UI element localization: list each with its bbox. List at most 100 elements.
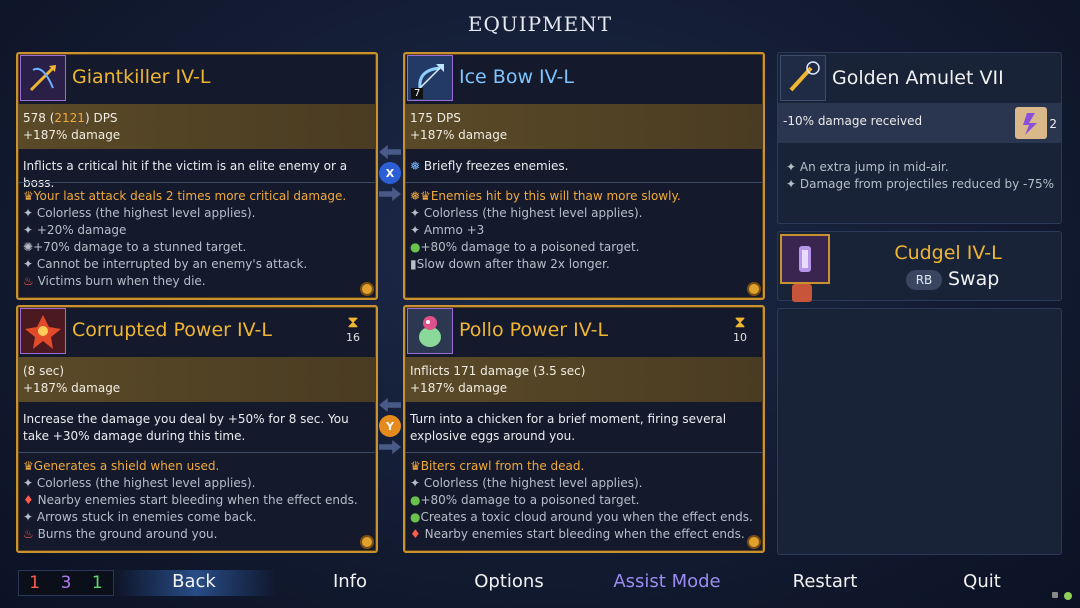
mod-item: ♨ Burns the ground around you. [23, 527, 218, 541]
divider [18, 452, 376, 453]
arrow-left-icon [379, 398, 401, 412]
status-dot-icon [1064, 592, 1072, 600]
corner-gem-icon [360, 282, 374, 296]
cooldown-value: 16 [346, 331, 360, 344]
giantkiller-dps-unit: DPS [93, 111, 118, 125]
mod-item: ✦ Cannot be interrupted by an enemy's at… [23, 257, 308, 271]
corrupted-duration: (8 sec) [23, 364, 65, 378]
giantkiller-dps: 578 [23, 111, 46, 125]
mod-item: ✦ Colorless (the highest level applies). [23, 206, 256, 220]
giantkiller-bow-icon [20, 55, 66, 101]
amulet-icon [780, 55, 826, 101]
rb-button[interactable]: RB [906, 270, 942, 290]
page-title: EQUIPMENT [467, 12, 613, 36]
ammo-badge: 7 [411, 88, 424, 99]
mod-item: ●Creates a toxic cloud around you when t… [410, 510, 753, 524]
empty-slot-panel [777, 308, 1062, 555]
mod-item: ✺+70% damage to a stunned target. [23, 240, 247, 254]
purple-counter: 3 [60, 573, 72, 593]
divider [405, 452, 763, 453]
amulet-stats: -10% damage received 2 [778, 103, 1061, 143]
mod-item: ♛Your last attack deals 2 times more cri… [23, 189, 347, 203]
pollo-damage: +187% damage [410, 381, 508, 395]
amulet-panel[interactable]: Golden Amulet VII -10% damage received 2… [777, 52, 1062, 224]
back-button[interactable]: Back [136, 571, 252, 592]
amulet-stat: -10% damage received [783, 114, 923, 128]
mod-item: ♦ Nearby enemies start bleeding when the… [410, 527, 745, 541]
green-counter: 1 [91, 573, 103, 593]
giantkiller-damage: +187% damage [23, 128, 121, 142]
mod-item: ✦ Ammo +3 [410, 223, 485, 237]
hourglass-icon: ⧗ [347, 312, 359, 331]
mod-item: ✦ Arrows stuck in enemies come back. [23, 510, 257, 524]
corner-gem-icon [360, 535, 374, 549]
mod-item: ✦ Colorless (the highest level applies). [410, 476, 643, 490]
giantkiller-mods: ♛Your last attack deals 2 times more cri… [23, 188, 346, 290]
info-button[interactable]: Info [300, 571, 400, 592]
icebow-mods: ❅♛Enemies hit by this will thaw more slo… [410, 188, 681, 273]
mod-item: ●+80% damage to a poisoned target. [410, 493, 640, 507]
icebow-stats: 175 DPS +187% damage [405, 104, 763, 149]
restart-button[interactable]: Restart [770, 571, 880, 592]
mod-item: ♛Biters crawl from the dead. [410, 459, 585, 473]
backpack-item-name: Cudgel IV-L [894, 242, 1002, 264]
pollo-power-name: Pollo Power IV-L [459, 319, 609, 341]
mod-item: ✦ Damage from projectiles reduced by -75… [786, 177, 1055, 191]
scroll-count: 2 [1049, 117, 1057, 131]
x-button[interactable]: X [379, 162, 401, 184]
pollo-mods: ♛Biters crawl from the dead. ✦ Colorless… [410, 458, 753, 543]
quit-button[interactable]: Quit [940, 571, 1024, 592]
corrupted-damage: +187% damage [23, 381, 121, 395]
corner-gem-icon [747, 535, 761, 549]
y-button[interactable]: Y [379, 415, 401, 437]
skill-card-corrupted-power[interactable]: Corrupted Power IV-L ⧗ 16 (8 sec) +187% … [16, 305, 378, 553]
red-counter: 1 [29, 573, 41, 593]
icebow-name: Ice Bow IV-L [459, 66, 574, 88]
giantkiller-description: Inflicts a critical hit if the victim is… [23, 159, 348, 190]
mod-item: ✦ +20% damage [23, 223, 127, 237]
cooldown: ⧗ 10 [727, 312, 753, 345]
skill-card-pollo-power[interactable]: Pollo Power IV-L ⧗ 10 Inflicts 171 damag… [403, 305, 765, 553]
icebow-dps: 175 DPS [410, 111, 461, 125]
corner-gem-icon [747, 282, 761, 296]
mic-icon [1052, 592, 1058, 598]
mod-item: ✦ Colorless (the highest level applies). [23, 476, 256, 490]
icebow-damage: +187% damage [410, 128, 508, 142]
assist-mode-button[interactable]: Assist Mode [600, 571, 734, 592]
pollo-stats: Inflicts 171 damage (3.5 sec) +187% dama… [405, 357, 763, 402]
backpack-panel[interactable]: Cudgel IV-L RB Swap [777, 231, 1062, 302]
pollo-power-icon [407, 308, 453, 354]
mod-item: ✦ An extra jump in mid-air. [786, 160, 949, 174]
amulet-mods: ✦ An extra jump in mid-air. ✦ Damage fro… [786, 159, 1054, 193]
mod-item: ♦ Nearby enemies start bleeding when the… [23, 493, 358, 507]
corrupted-description: Increase the damage you deal by +50% for… [23, 412, 349, 443]
mod-item: ▮Slow down after thaw 2x longer. [410, 257, 610, 271]
mod-item: ●+80% damage to a poisoned target. [410, 240, 640, 254]
corrupted-stats: (8 sec) +187% damage [18, 357, 376, 402]
amulet-name: Golden Amulet VII [832, 67, 1004, 89]
weapon-card-giantkiller[interactable]: Giantkiller IV-L 578 (2121) DPS +187% da… [16, 52, 378, 300]
bottom-menu: 1 3 1 Back Info Options Assist Mode Rest… [0, 566, 1080, 600]
mod-item: ❅♛Enemies hit by this will thaw more slo… [410, 189, 681, 203]
options-button[interactable]: Options [450, 571, 568, 592]
pollo-description: Turn into a chicken for a brief moment, … [410, 412, 727, 443]
corrupted-power-icon [20, 308, 66, 354]
swap-skills-control[interactable]: Y [377, 398, 405, 454]
mod-item: ♛Generates a shield when used. [23, 459, 220, 473]
arrow-left-icon [379, 145, 401, 159]
weapon-card-icebow[interactable]: 7 Ice Bow IV-L 175 DPS +187% damage ❅ Br… [403, 52, 765, 300]
cudgel-icon [780, 234, 830, 284]
giantkiller-stats: 578 (2121) DPS +187% damage [18, 104, 376, 149]
pollo-duration: Inflicts 171 damage (3.5 sec) [410, 364, 586, 378]
divider [405, 182, 763, 183]
divider [18, 182, 376, 183]
mod-item: ✦ Colorless (the highest level applies). [410, 206, 643, 220]
swap-label[interactable]: Swap [948, 268, 999, 290]
hourglass-icon: ⧗ [734, 312, 746, 331]
backpack-icon [792, 284, 812, 302]
cell-counters: 1 3 1 [18, 570, 114, 596]
giantkiller-name: Giantkiller IV-L [72, 66, 211, 88]
swap-weapons-control[interactable]: X [377, 145, 405, 201]
corrupted-mods: ♛Generates a shield when used. ✦ Colorle… [23, 458, 358, 543]
giantkiller-dps-alt: 2121 [54, 111, 85, 125]
